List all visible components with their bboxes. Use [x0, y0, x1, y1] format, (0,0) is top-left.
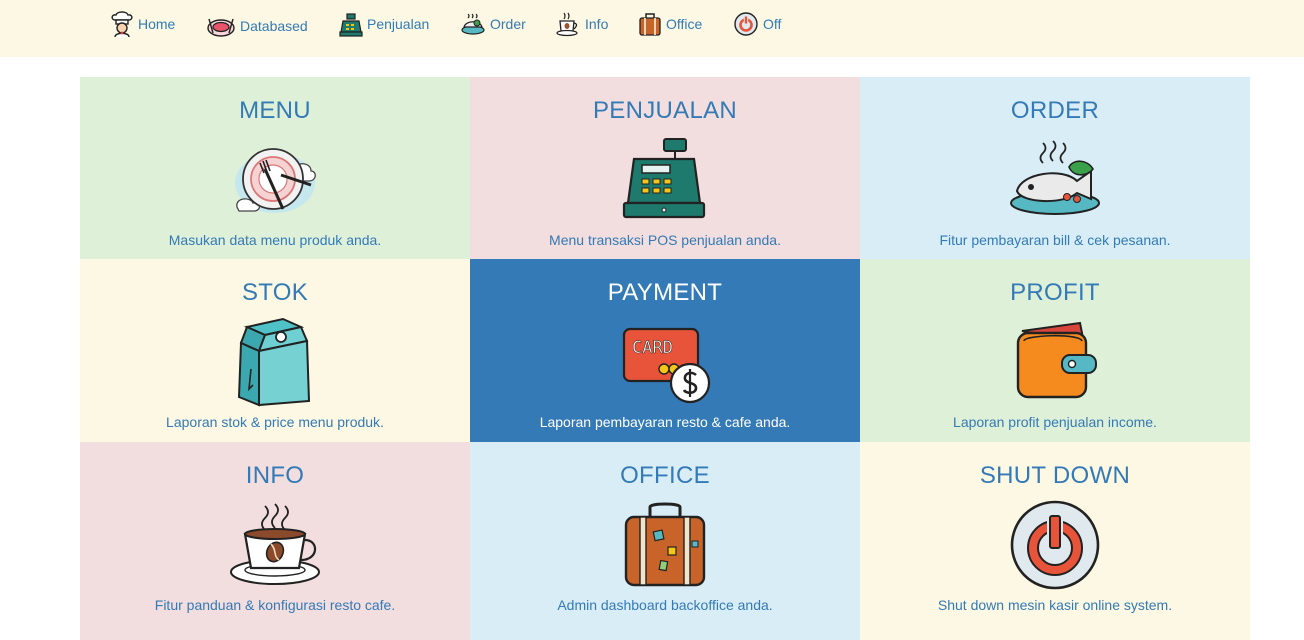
nav-penjualan-label: Penjualan [367, 16, 430, 32]
plate-fork-icon [235, 148, 316, 213]
tile-stok-desc: Laporan stok & price menu produk. [166, 414, 384, 430]
food-dish-icon [1010, 140, 1100, 215]
nav-home[interactable]: Home [110, 10, 175, 38]
nav-order-label: Order [490, 16, 526, 32]
chef-icon [111, 11, 133, 37]
tile-stok[interactable]: STOK Laporan stok & price menu produk. [80, 259, 470, 442]
tile-order-desc: Fitur pembayaran bill & cek pesanan. [939, 232, 1171, 248]
tile-profit[interactable]: PROFIT Laporan profit penjualan income. [860, 259, 1250, 442]
tile-profit-desc: Laporan profit penjualan income. [953, 414, 1157, 430]
food-dish-icon [461, 13, 485, 35]
nav-office[interactable]: Office [638, 10, 702, 38]
tile-shut-down[interactable]: SHUT DOWN Shut down mesin kasir online s… [860, 442, 1250, 640]
card-label: CARD [632, 338, 673, 358]
tile-penjualan-desc: Menu transaksi POS penjualan anda. [549, 232, 781, 248]
cash-register-icon [622, 138, 706, 219]
tile-penjualan[interactable]: PENJUALAN Menu transaksi POS penjualan a… [470, 77, 860, 259]
nav-info-label: Info [585, 16, 609, 32]
tile-penjualan-title: PENJUALAN [592, 97, 738, 124]
card-payment-icon: CARD [622, 327, 711, 404]
plate-icon [207, 18, 235, 37]
power-icon [1010, 500, 1100, 590]
tile-order-title: ORDER [1010, 97, 1100, 124]
suitcase-icon [624, 502, 706, 587]
milk-carton-icon [237, 317, 311, 407]
nav-order[interactable]: Order [460, 10, 526, 38]
wallet-icon [1016, 321, 1097, 399]
tile-office-desc: Admin dashboard backoffice anda. [557, 597, 773, 613]
nav-home-label: Home [138, 16, 176, 32]
tile-order[interactable]: ORDER Fitur pembayaran bill & cek pesana… [860, 77, 1250, 259]
tile-office-title: OFFICE [620, 462, 710, 489]
nav-info[interactable]: Info [555, 10, 608, 38]
suitcase-icon [639, 13, 661, 36]
tile-menu-desc: Masukan data menu produk anda. [168, 232, 382, 248]
nav-databased-label: Databased [240, 18, 308, 34]
dashboard-grid: MENU Masukan data menu produk anda. PENJ… [80, 77, 1250, 640]
nav-office-label: Office [666, 16, 703, 32]
top-navbar: Home Databased Penjualan Order Info Offi… [0, 0, 1304, 57]
tile-profit-title: PROFIT [1010, 279, 1100, 306]
coffee-cup-icon [556, 12, 578, 37]
tile-shut-down-desc: Shut down mesin kasir online system. [937, 597, 1173, 613]
nav-off[interactable]: Off [733, 10, 781, 38]
power-icon [734, 12, 758, 36]
tile-menu[interactable]: MENU Masukan data menu produk anda. [80, 77, 470, 259]
tile-info[interactable]: INFO Fitur panduan & konfigurasi resto c… [80, 442, 470, 640]
tile-menu-title: MENU [239, 97, 311, 124]
nav-off-label: Off [763, 16, 782, 32]
tile-payment[interactable]: PAYMENT CARD Laporan pembayaran resto & … [470, 259, 860, 442]
tile-info-desc: Fitur panduan & konfigurasi resto cafe. [154, 597, 396, 613]
tile-office[interactable]: OFFICE Admin dashboard backoffice anda. [470, 442, 860, 640]
tile-shut-down-title: SHUT DOWN [979, 462, 1131, 489]
coffee-cup-icon [230, 503, 320, 585]
cash-register-icon [339, 13, 363, 37]
tile-stok-title: STOK [241, 279, 309, 306]
tile-info-title: INFO [245, 462, 305, 489]
nav-penjualan[interactable]: Penjualan [339, 10, 429, 38]
nav-databased[interactable]: Databased [206, 12, 308, 40]
tile-payment-desc: Laporan pembayaran resto & cafe anda. [539, 414, 791, 430]
tile-payment-title: PAYMENT [607, 279, 723, 306]
